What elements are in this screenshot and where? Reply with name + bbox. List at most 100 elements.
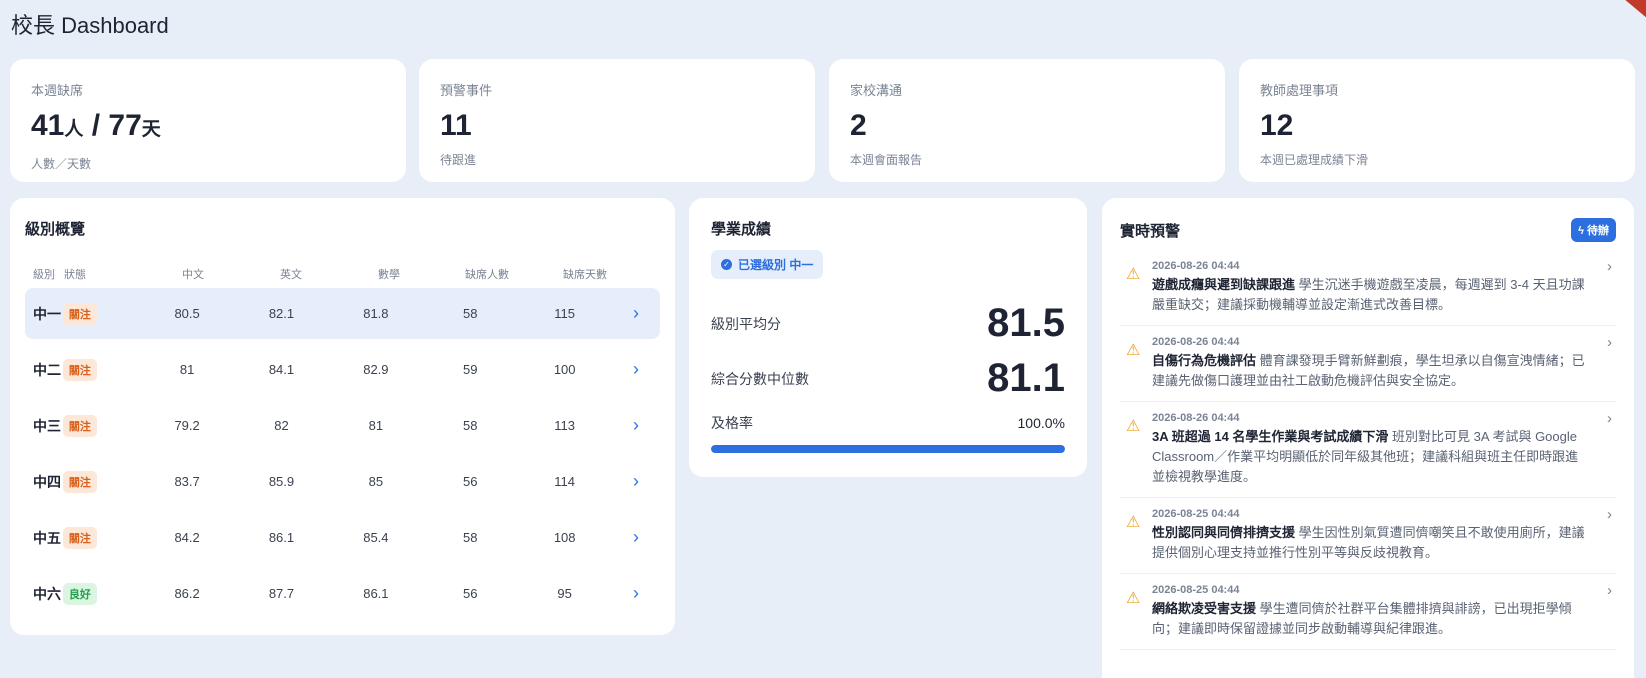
- chevron-right-icon[interactable]: ›: [612, 471, 660, 492]
- unit-people: 人: [64, 119, 84, 140]
- warning-triangle-icon: ⚠: [1126, 590, 1141, 607]
- alert-title: 自傷行為危機評估: [1152, 353, 1257, 368]
- col-absent-days: 缺席天數: [563, 269, 607, 281]
- col-english: 英文: [280, 269, 302, 281]
- todo-button[interactable]: ϟ 待辦: [1571, 218, 1616, 242]
- status-cell: 關注: [62, 526, 140, 549]
- stat-card-home-school: 家校溝通 2 本週會面報告: [829, 59, 1225, 182]
- col-grade: 級別: [33, 269, 55, 281]
- alert-item[interactable]: ⚠ 2026-08-26 04:44 遊戲成癮與遲到缺課跟進 學生沉迷手機遊戲至凌晨…: [1120, 250, 1616, 326]
- alert-text: 遊戲成癮與遲到缺課跟進 學生沉迷手機遊戲至凌晨，每週遲到 3-4 天且功課嚴重缺…: [1152, 275, 1588, 315]
- selected-grade-chip[interactable]: ✓ 已選級別 中一: [711, 250, 824, 279]
- chevron-right-icon[interactable]: ›: [612, 583, 660, 604]
- math-cell: 86.1: [363, 586, 389, 601]
- absent-days-cell: 95: [557, 586, 572, 601]
- absent-people-cell: 56: [463, 586, 478, 601]
- realtime-alerts-panel: 實時預警 ϟ 待辦 ⚠ 2026-08-26 04:44 遊戲成癮與遲到缺課跟進 學…: [1102, 198, 1634, 678]
- grade-overview-panel: 級別概覽 級別 狀態 中文 英文 數學 缺席人數 缺席天數 中一 關注 80.5 82…: [10, 198, 675, 635]
- chinese-cell: 86.2: [174, 586, 200, 601]
- english-cell: 82.1: [268, 306, 295, 321]
- alert-item[interactable]: ⚠ 2026-08-25 04:44 網絡欺凌受害支援 學生遭同儕於社群平台集體排擠…: [1120, 574, 1616, 650]
- median-value: 81.1: [987, 356, 1065, 400]
- stat-sub: 本週已處理成績下滑: [1260, 153, 1369, 167]
- grade-cell: 中五: [33, 529, 61, 546]
- pass-metric: 及格率 100.0%: [711, 413, 1065, 433]
- status-badge: 關注: [62, 302, 97, 325]
- avg-label: 級別平均分: [711, 315, 781, 332]
- table-row[interactable]: 中四 關注 83.7 85.9 85 56 114 ›: [25, 456, 660, 507]
- col-math: 數學: [378, 269, 400, 281]
- alert-time: 2026-08-25 04:44: [1152, 584, 1240, 596]
- alert-item[interactable]: ⚠ 2026-08-26 04:44 自傷行為危機評估 體育課發現手臂新鮮劃痕，學生…: [1120, 326, 1616, 402]
- chevron-right-icon[interactable]: ›: [1607, 506, 1612, 523]
- bolt-icon: ϟ: [1578, 225, 1584, 237]
- col-absent-people: 缺席人數: [465, 269, 509, 281]
- pass-rate-bar: [711, 445, 1065, 453]
- panel-title: 學業成績: [711, 221, 772, 238]
- table-row[interactable]: 中三 關注 79.2 82 81 58 113 ›: [25, 400, 660, 451]
- stat-label: 家校溝通: [850, 83, 903, 98]
- absent-days-value: 77: [108, 109, 142, 142]
- chevron-right-icon[interactable]: ›: [612, 303, 660, 324]
- english-cell: 84.1: [268, 362, 295, 377]
- table-row[interactable]: 中二 關注 81 84.1 82.9 59 100 ›: [25, 344, 660, 395]
- alert-item[interactable]: ⚠ 2026-08-25 04:44 性別認同與同儕排擠支援 學生因性別氣質遭同儕嘲…: [1120, 498, 1616, 574]
- median-label: 綜合分數中位數: [711, 370, 809, 387]
- chinese-cell: 84.2: [174, 530, 200, 545]
- math-cell: 81: [368, 418, 384, 433]
- chevron-right-icon[interactable]: ›: [1607, 334, 1612, 351]
- chinese-cell: 83.7: [174, 474, 200, 489]
- absent-people-cell: 58: [463, 418, 478, 433]
- chevron-right-icon[interactable]: ›: [612, 527, 660, 548]
- stat-value: 2: [850, 109, 867, 142]
- math-cell: 82.9: [363, 362, 389, 377]
- table-row[interactable]: 中六 良好 86.2 87.7 86.1 56 95 ›: [25, 568, 660, 619]
- alert-time: 2026-08-25 04:44: [1152, 508, 1240, 520]
- chevron-right-icon[interactable]: ›: [1607, 258, 1612, 275]
- alert-text: 自傷行為危機評估 體育課發現手臂新鮮劃痕，學生坦承以自傷宣洩情緒；已建議先做傷口…: [1152, 351, 1588, 391]
- warning-triangle-icon: ⚠: [1126, 266, 1141, 283]
- pass-label: 及格率: [711, 415, 753, 431]
- chevron-right-icon[interactable]: ›: [1607, 582, 1612, 599]
- check-circle-icon: ✓: [721, 259, 732, 270]
- stat-card-teacher-tasks: 教師處理事項 12 本週已處理成績下滑: [1239, 59, 1635, 182]
- table-row[interactable]: 中五 關注 84.2 86.1 85.4 58 108 ›: [25, 512, 660, 563]
- math-cell: 85: [368, 474, 384, 489]
- todo-label: 待辦: [1587, 225, 1609, 237]
- alert-item[interactable]: ⚠ 2026-08-26 04:44 3A 班超過 14 名學生作業與考試成績下滑 …: [1120, 402, 1616, 498]
- unit-days: 天: [141, 119, 161, 140]
- grade-cell: 中四: [33, 473, 61, 490]
- grade-cell: 中三: [33, 417, 61, 434]
- stat-sub: 待跟進: [440, 153, 477, 167]
- absent-days-cell: 100: [553, 362, 576, 377]
- stat-label: 預警事件: [440, 83, 493, 98]
- status-badge: 關注: [62, 526, 97, 549]
- warning-triangle-icon: ⚠: [1126, 514, 1141, 531]
- stat-label: 教師處理事項: [1260, 83, 1339, 98]
- stat-label: 本週缺席: [31, 83, 84, 98]
- table-row[interactable]: 中一 關注 80.5 82.1 81.8 58 115 ›: [25, 288, 660, 339]
- col-status: 狀態: [64, 269, 86, 281]
- absent-people-cell: 59: [463, 362, 478, 377]
- chevron-right-icon[interactable]: ›: [612, 415, 660, 436]
- status-cell: 關注: [62, 302, 140, 325]
- alert-text: 性別認同與同儕排擠支援 學生因性別氣質遭同儕嘲笑且不敢使用廁所，建議提供個別心理…: [1152, 523, 1588, 563]
- stat-card-absence: 本週缺席 41人 / 77天 人數／天數: [10, 59, 406, 182]
- col-chinese: 中文: [182, 269, 204, 281]
- english-cell: 82: [274, 418, 289, 433]
- chevron-right-icon[interactable]: ›: [612, 359, 660, 380]
- english-cell: 87.7: [268, 586, 295, 601]
- absent-days-cell: 108: [553, 530, 576, 545]
- stat-value: 41人 / 77天: [31, 109, 385, 147]
- absent-days-cell: 114: [554, 474, 576, 489]
- status-cell: 關注: [62, 470, 140, 493]
- status-cell: 良好: [62, 582, 140, 605]
- stat-sub: 人數／天數: [31, 157, 92, 171]
- chevron-right-icon[interactable]: ›: [1607, 410, 1612, 427]
- panel-title: 實時預警: [1120, 222, 1181, 240]
- status-badge: 關注: [62, 358, 97, 381]
- absent-people-value: 41: [31, 109, 65, 142]
- english-cell: 85.9: [268, 474, 295, 489]
- alert-text: 3A 班超過 14 名學生作業與考試成績下滑 班別對比可見 3A 考試與 Goo…: [1152, 427, 1588, 487]
- math-cell: 81.8: [363, 306, 389, 321]
